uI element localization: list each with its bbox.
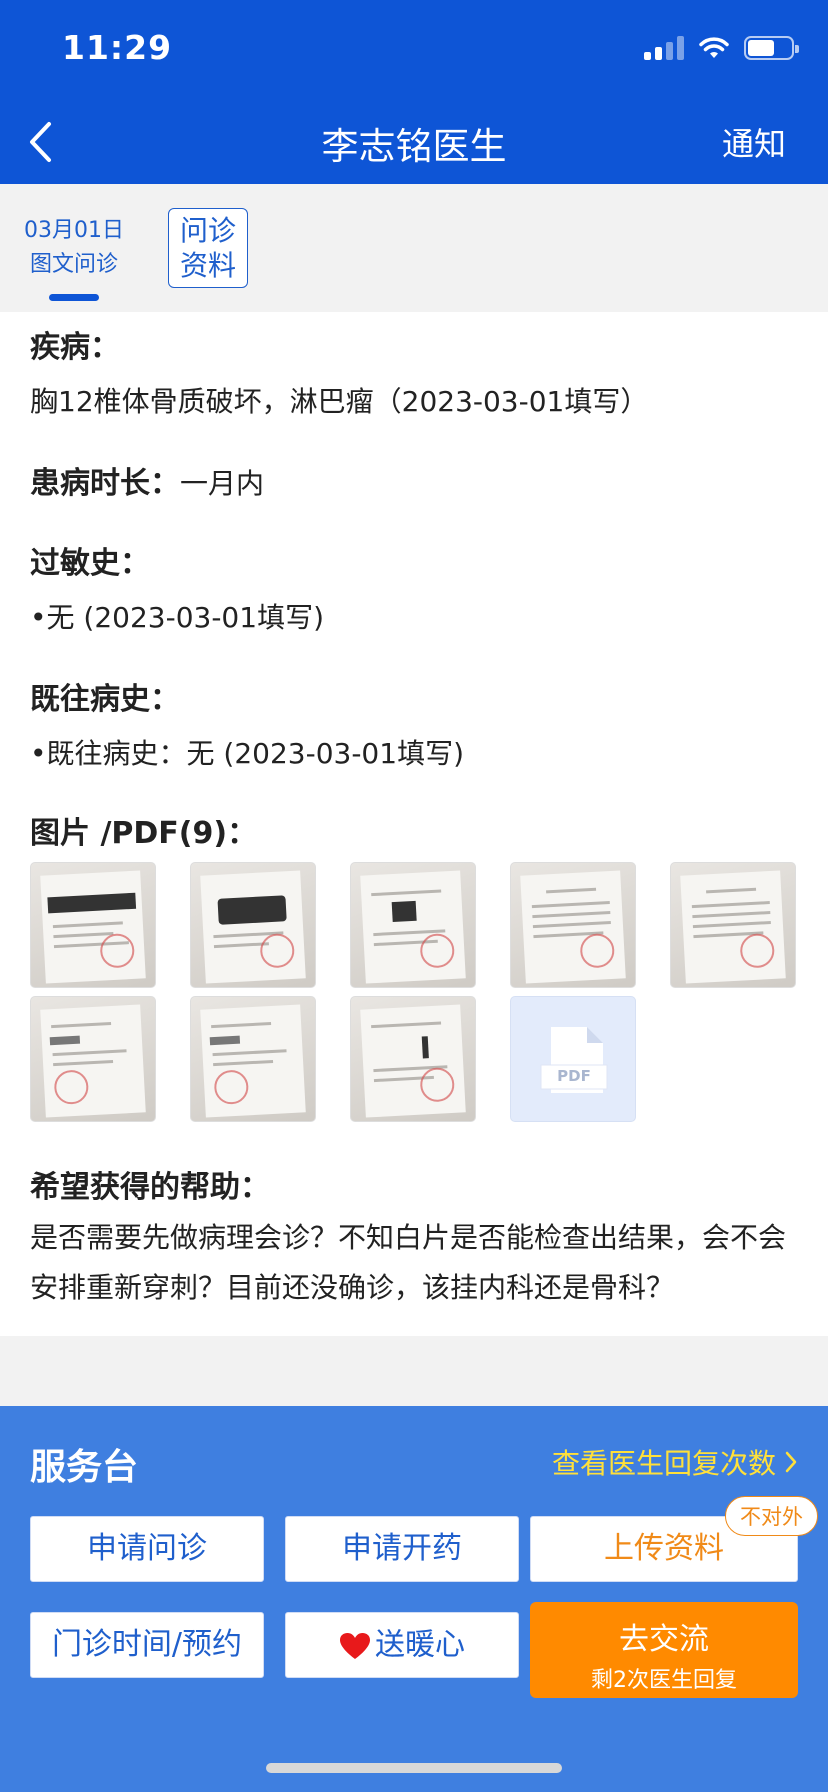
tab-info-line1: 问诊 [179, 214, 236, 247]
allergy-value: •无 (2023-03-01填写) [30, 601, 324, 634]
pdf-thumbnail[interactable]: PDF [510, 996, 636, 1122]
back-button[interactable] [20, 118, 60, 166]
image-thumbnail[interactable] [350, 996, 476, 1122]
apply-consult-button[interactable]: 申请问诊 [30, 1516, 264, 1582]
app-header: 11:29 李志铭医生 通知 [0, 0, 828, 184]
help-text: 是否需要先做病理会诊？不知白片是否能检查出结果，会不会安排重新穿刺？目前还没确诊… [30, 1221, 787, 1304]
image-thumbnail[interactable] [30, 996, 156, 1122]
image-thumbnail[interactable] [190, 862, 316, 988]
pdf-label: PDF [557, 1067, 591, 1085]
clinic-time-button[interactable]: 门诊时间/预约 [30, 1612, 264, 1678]
consult-content: 疾病： 胸12椎体骨质破坏，淋巴瘤（2023-03-01填写） 患病时长： 一月… [0, 312, 828, 1336]
notify-button[interactable]: 通知 [722, 119, 786, 165]
service-desk: 服务台 查看医生回复次数 申请问诊 申请开药 上传资料 不对外 门诊时间/预约 … [0, 1406, 828, 1792]
tab-date: 03月01日 [24, 218, 124, 243]
tab-type: 图文问诊 [29, 252, 118, 277]
chevron-left-icon [30, 122, 51, 162]
reply-count-label: 查看医生回复次数 [551, 1447, 776, 1480]
help-label: 希望获得的帮助： [30, 1170, 270, 1205]
pdf-file-icon [540, 1027, 608, 1093]
status-time: 11:29 [62, 28, 173, 67]
not-public-badge: 不对外 [725, 1496, 818, 1536]
go-chat-button[interactable]: 去交流 剩2次医生回复 [530, 1602, 798, 1698]
tab-info-line2: 资料 [179, 249, 236, 282]
wifi-icon [699, 37, 729, 58]
tab-consult-info[interactable]: 问诊 资料 [168, 208, 248, 288]
send-warmth-button[interactable]: 送暖心 [285, 1612, 519, 1678]
service-title: 服务台 [30, 1447, 139, 1488]
consult-tabs: 03月01日 图文问诊 问诊 资料 [0, 184, 828, 312]
reply-count-link[interactable]: 查看医生回复次数 [552, 1442, 798, 1482]
images-label: 图片 /PDF(9)： [30, 816, 258, 851]
duration-row: 患病时长： 一月内 [30, 458, 264, 502]
page-title: 李志铭医生 [321, 125, 507, 168]
history-label: 既往病史： [30, 682, 180, 717]
battery-icon [744, 36, 799, 60]
status-icons [644, 36, 799, 60]
duration-value: 一月内 [180, 467, 265, 500]
tab-consult-record[interactable]: 03月01日 图文问诊 [16, 214, 132, 282]
image-thumbnail[interactable] [670, 862, 796, 988]
heart-icon [340, 1632, 370, 1659]
active-tab-indicator [49, 294, 99, 301]
remaining-replies: 剩2次医生回复 [591, 1668, 737, 1693]
apply-medicine-button[interactable]: 申请开药 [285, 1516, 519, 1582]
image-thumbnail[interactable] [30, 862, 156, 988]
duration-label: 患病时长： [30, 466, 180, 501]
chevron-right-icon [785, 1451, 797, 1473]
home-indicator[interactable] [266, 1763, 562, 1773]
send-warmth-label: 送暖心 [375, 1627, 465, 1663]
disease-label: 疾病： [30, 330, 120, 365]
image-thumbnail[interactable] [510, 862, 636, 988]
image-thumbnail[interactable] [190, 996, 316, 1122]
allergy-label: 过敏史： [30, 546, 150, 581]
disease-value: 胸12椎体骨质破坏，淋巴瘤（2023-03-01填写） [30, 385, 649, 418]
go-chat-label: 去交流 [619, 1622, 709, 1657]
image-thumbnail[interactable] [350, 862, 476, 988]
history-value: •既往病史：无 (2023-03-01填写) [30, 737, 464, 770]
cellular-signal-icon [644, 36, 684, 60]
